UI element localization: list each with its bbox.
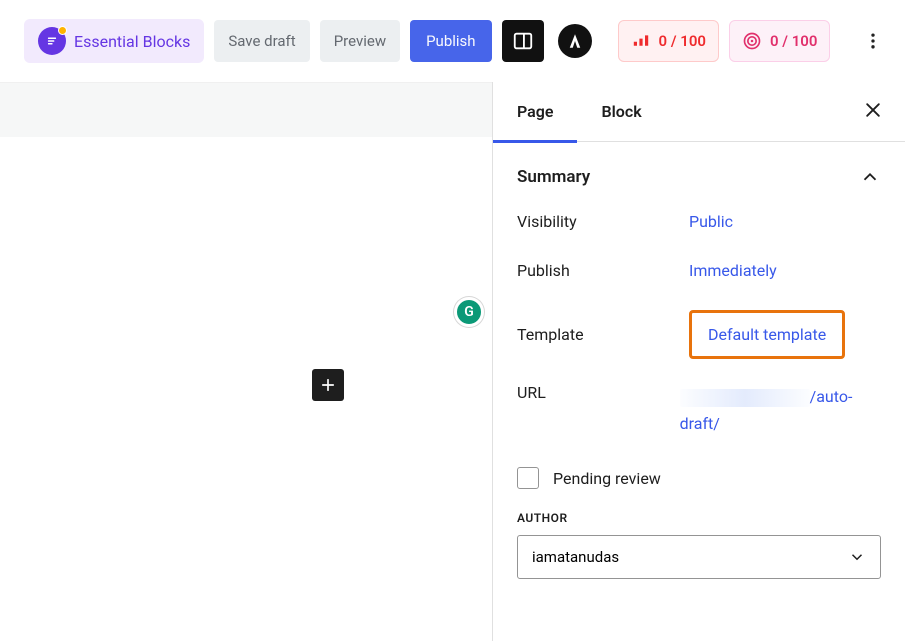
- url-redacted: [680, 389, 810, 407]
- editor-canvas[interactable]: G: [0, 82, 492, 641]
- pending-review-row: Pending review: [517, 467, 881, 489]
- target-icon: [742, 31, 762, 51]
- template-label: Template: [517, 325, 689, 344]
- essential-blocks-label: Essential Blocks: [74, 32, 190, 51]
- settings-sidebar: Page Block Summary Visibility Public Pub…: [492, 82, 905, 641]
- publish-button[interactable]: Publish: [410, 20, 491, 62]
- astra-icon: [566, 32, 584, 50]
- save-draft-button[interactable]: Save draft: [214, 20, 309, 62]
- url-row: URL /auto-draft/: [517, 383, 881, 437]
- template-row: Template Default template: [517, 310, 881, 359]
- chevron-up-icon: [859, 166, 881, 188]
- chart-icon: [631, 33, 651, 49]
- chevron-down-icon: [848, 548, 866, 566]
- tab-page[interactable]: Page: [493, 82, 577, 142]
- summary-title: Summary: [517, 167, 590, 187]
- essential-blocks-icon: [38, 27, 66, 55]
- plus-icon: [318, 375, 338, 395]
- summary-header[interactable]: Summary: [517, 166, 881, 188]
- canvas-top-margin: [0, 83, 492, 137]
- visibility-label: Visibility: [517, 212, 689, 231]
- publish-label: Publish: [517, 261, 689, 280]
- publish-value[interactable]: Immediately: [689, 261, 881, 280]
- author-select-value: iamatanudas: [532, 548, 619, 566]
- seo-readability-score[interactable]: 0 / 100: [729, 20, 830, 62]
- top-toolbar: Essential Blocks Save draft Preview Publ…: [0, 0, 905, 82]
- sidebar-tabs: Page Block: [493, 82, 905, 142]
- main-area: G Page Block Summary Visibility Public P…: [0, 82, 905, 641]
- seo-content-score[interactable]: 0 / 100: [618, 20, 719, 62]
- summary-section: Summary Visibility Public Publish Immedi…: [493, 142, 905, 589]
- pending-review-label: Pending review: [553, 469, 661, 488]
- url-value[interactable]: /auto-draft/: [680, 383, 881, 437]
- close-icon: [863, 100, 883, 120]
- sidebar-icon: [512, 30, 534, 52]
- preview-button[interactable]: Preview: [320, 20, 400, 62]
- close-sidebar-button[interactable]: [859, 96, 887, 128]
- pending-review-checkbox[interactable]: [517, 467, 539, 489]
- author-select[interactable]: iamatanudas: [517, 535, 881, 579]
- seo-content-score-value: 0 / 100: [659, 32, 706, 50]
- tab-block[interactable]: Block: [577, 82, 665, 142]
- more-options-button[interactable]: [855, 23, 891, 59]
- visibility-row: Visibility Public: [517, 212, 881, 231]
- grammarly-icon[interactable]: G: [454, 297, 484, 327]
- template-value[interactable]: Default template: [689, 310, 845, 359]
- astra-button[interactable]: [558, 24, 592, 58]
- add-block-button[interactable]: [312, 369, 344, 401]
- canvas-content[interactable]: [0, 137, 492, 641]
- settings-sidebar-toggle[interactable]: [502, 20, 544, 62]
- essential-blocks-button[interactable]: Essential Blocks: [24, 19, 204, 63]
- visibility-value[interactable]: Public: [689, 212, 881, 231]
- url-label: URL: [517, 383, 680, 402]
- publish-row: Publish Immediately: [517, 261, 881, 280]
- seo-readability-score-value: 0 / 100: [770, 32, 817, 50]
- more-vertical-icon: [863, 31, 883, 51]
- author-label: AUTHOR: [517, 511, 881, 525]
